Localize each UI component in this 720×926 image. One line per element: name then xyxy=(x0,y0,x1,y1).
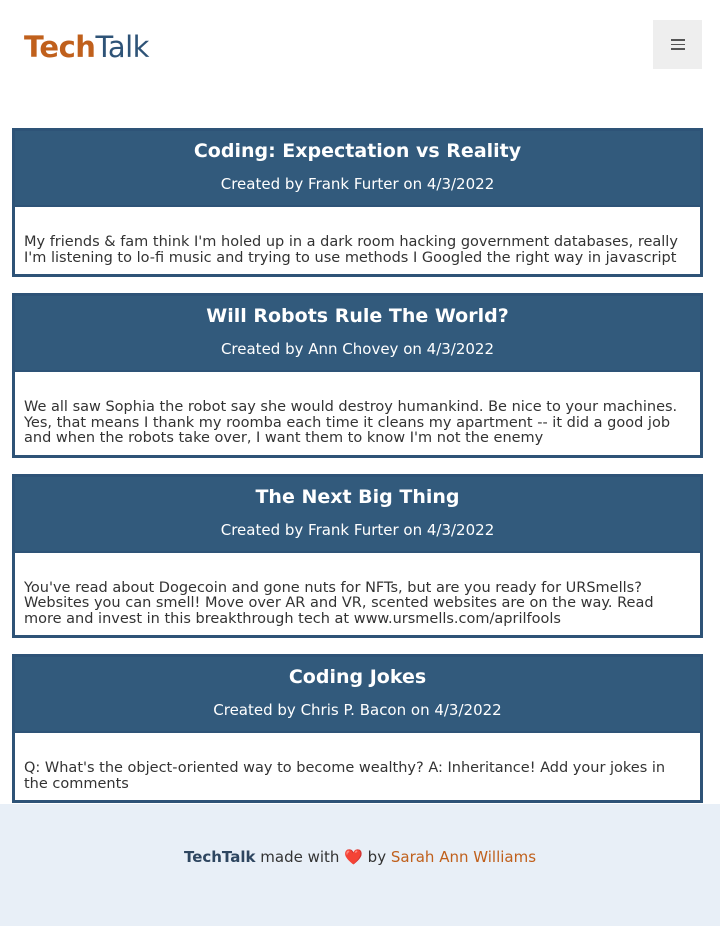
footer-made-with: made with xyxy=(260,848,340,866)
footer-by: by xyxy=(367,848,387,866)
post-meta: Created by Ann Chovey on 4/3/2022 xyxy=(220,340,495,358)
post-body: My friends & fam think I'm holed up in a… xyxy=(24,234,678,266)
footer-brand: TechTalk xyxy=(183,848,256,866)
post-header: Coding: Expectation vs Reality Created b… xyxy=(15,131,700,207)
post-meta: Created by Chris P. Bacon on 4/3/2022 xyxy=(213,701,502,719)
logo-talk: Talk xyxy=(95,30,149,64)
post-header: The Next Big Thing Created by Frank Furt… xyxy=(15,476,700,553)
post-meta: Created by Frank Furter on 4/3/2022 xyxy=(220,175,495,193)
post-card[interactable]: Coding: Expectation vs Reality Created b… xyxy=(12,128,703,277)
post-header: Coding Jokes Created by Chris P. Bacon o… xyxy=(15,657,700,733)
author-link[interactable]: Sarah Ann Williams xyxy=(391,848,536,866)
heart-icon: ❤️ xyxy=(344,848,363,866)
post-title[interactable]: Coding Jokes xyxy=(15,657,700,697)
post-list: Coding: Expectation vs Reality Created b… xyxy=(12,128,703,819)
post-card[interactable]: Coding Jokes Created by Chris P. Bacon o… xyxy=(12,654,703,803)
post-title[interactable]: The Next Big Thing xyxy=(15,477,700,517)
hamburger-icon xyxy=(670,39,685,50)
post-body: Q: What's the object-oriented way to bec… xyxy=(24,760,666,792)
post-header: Will Robots Rule The World? Created by A… xyxy=(15,296,700,372)
post-card[interactable]: The Next Big Thing Created by Frank Furt… xyxy=(12,473,703,638)
post-title[interactable]: Coding: Expectation vs Reality xyxy=(15,131,700,171)
post-card[interactable]: Will Robots Rule The World? Created by A… xyxy=(12,293,703,458)
site-logo[interactable]: TechTalk xyxy=(24,30,149,64)
post-body: We all saw Sophia the robot say she woul… xyxy=(24,399,678,446)
site-header: TechTalk xyxy=(0,0,720,100)
logo-tech: Tech xyxy=(24,30,96,64)
post-meta: Created by Frank Furter on 4/3/2022 xyxy=(220,520,495,539)
site-footer: TechTalk made with ❤️ by Sarah Ann Willi… xyxy=(0,804,720,926)
post-body: You've read about Dogecoin and gone nuts… xyxy=(24,579,654,627)
menu-button[interactable] xyxy=(653,20,702,69)
footer-credit: TechTalk made with ❤️ by Sarah Ann Willi… xyxy=(0,848,720,866)
post-title[interactable]: Will Robots Rule The World? xyxy=(15,296,700,336)
